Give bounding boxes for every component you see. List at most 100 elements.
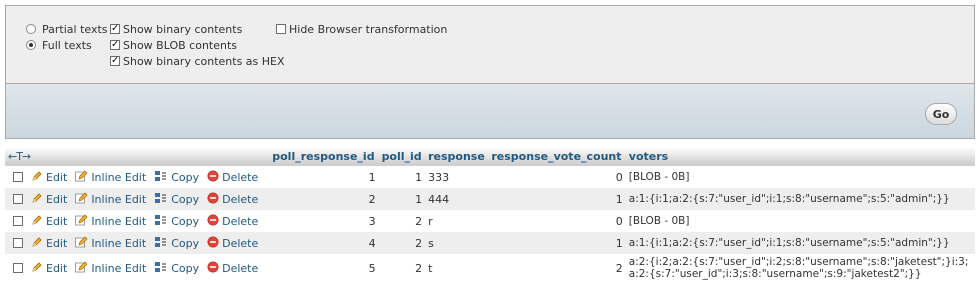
copy-link[interactable]: Copy <box>154 192 199 207</box>
column-header-voters[interactable]: voters <box>625 147 975 166</box>
delete-link[interactable]: Delete <box>207 192 258 207</box>
copy-link[interactable]: Copy <box>154 236 199 251</box>
hide-transformation-option[interactable]: Hide Browser transformation <box>276 21 447 37</box>
poll-id-cell[interactable]: 2 <box>378 232 426 254</box>
copy-link[interactable]: Copy <box>154 261 199 276</box>
row-select-checkbox[interactable] <box>13 194 23 204</box>
response-vote-count-cell[interactable]: 0 <box>488 210 626 232</box>
poll-id-cell[interactable]: 2 <box>378 210 426 232</box>
response-cell[interactable]: 333 <box>425 165 489 188</box>
column-arrows-header[interactable]: ←T→ <box>5 147 270 166</box>
inline-edit-link[interactable]: Inline Edit <box>75 170 146 185</box>
copy-icon[interactable] <box>154 192 168 207</box>
poll-id-cell[interactable]: 2 <box>378 254 426 282</box>
hide-transformation-label: Hide Browser transformation <box>289 22 448 36</box>
edit-link[interactable]: Edit <box>31 192 67 207</box>
row-select-checkbox[interactable] <box>13 263 23 273</box>
response-vote-count-cell[interactable]: 1 <box>488 188 626 210</box>
pencil-icon[interactable] <box>31 192 43 207</box>
copy-icon[interactable] <box>154 261 168 276</box>
row-select-checkbox[interactable] <box>13 172 23 182</box>
show-blob-option[interactable]: ✓ Show BLOB contents <box>110 37 285 53</box>
poll-response-id-cell[interactable]: 5 <box>269 254 379 282</box>
response-cell[interactable]: s <box>425 232 489 254</box>
inline-edit-link[interactable]: Inline Edit <box>75 192 146 207</box>
delete-icon[interactable] <box>207 236 219 251</box>
column-header-response[interactable]: response <box>425 147 489 166</box>
text-length-options: Partial texts Full texts <box>26 21 108 53</box>
poll-id-cell[interactable]: 1 <box>378 188 426 210</box>
partial-texts-option[interactable]: Partial texts <box>26 21 108 37</box>
poll-response-id-cell[interactable]: 3 <box>269 210 379 232</box>
delete-label: Delete <box>222 192 259 206</box>
edit-label: Edit <box>46 214 68 228</box>
show-binary-option[interactable]: ✓ Show binary contents <box>110 21 285 37</box>
pencil-icon[interactable] <box>31 236 43 251</box>
edit-label: Edit <box>46 236 68 250</box>
inline-edit-icon[interactable] <box>75 214 88 229</box>
column-arrows-icon[interactable]: ←T→ <box>8 150 31 163</box>
voters-cell[interactable]: a:1:{i:1;a:2:{s:7:"user_id";i:1;s:8:"use… <box>625 188 975 210</box>
row-actions-cell: Edit Inline Edit Copy Delete <box>5 254 270 282</box>
column-header-poll-id[interactable]: poll_id <box>378 147 426 166</box>
copy-link[interactable]: Copy <box>154 214 199 229</box>
delete-icon[interactable] <box>207 170 219 185</box>
inline-edit-link[interactable]: Inline Edit <box>75 236 146 251</box>
voters-cell[interactable]: a:1:{i:1;a:2:{s:7:"user_id";i:1;s:8:"use… <box>625 232 975 254</box>
delete-link[interactable]: Delete <box>207 261 258 276</box>
show-binary-checkbox[interactable]: ✓ <box>110 24 120 34</box>
delete-label: Delete <box>222 214 259 228</box>
response-cell[interactable]: t <box>425 254 489 282</box>
column-header-response-vote-count[interactable]: response_vote_count <box>488 147 626 166</box>
poll-response-id-cell[interactable]: 4 <box>269 232 379 254</box>
inline-edit-icon[interactable] <box>75 261 88 276</box>
show-binary-hex-option[interactable]: ✓ Show binary contents as HEX <box>110 53 285 69</box>
show-binary-hex-checkbox[interactable]: ✓ <box>110 56 120 66</box>
edit-link[interactable]: Edit <box>31 170 67 185</box>
inline-edit-label: Inline Edit <box>91 214 147 228</box>
poll-response-id-cell[interactable]: 1 <box>269 165 379 188</box>
response-cell[interactable]: r <box>425 210 489 232</box>
edit-link[interactable]: Edit <box>31 236 67 251</box>
inline-edit-link[interactable]: Inline Edit <box>75 214 146 229</box>
full-texts-option[interactable]: Full texts <box>26 37 108 53</box>
show-blob-checkbox[interactable]: ✓ <box>110 40 120 50</box>
pencil-icon[interactable] <box>31 214 43 229</box>
hide-transformation-checkbox[interactable] <box>276 24 286 34</box>
poll-response-id-cell[interactable]: 2 <box>269 188 379 210</box>
inline-edit-icon[interactable] <box>75 170 88 185</box>
delete-icon[interactable] <box>207 261 219 276</box>
row-select-checkbox[interactable] <box>13 216 23 226</box>
delete-label: Delete <box>222 236 259 250</box>
pencil-icon[interactable] <box>31 170 43 185</box>
response-vote-count-cell[interactable]: 0 <box>488 165 626 188</box>
edit-link[interactable]: Edit <box>31 214 67 229</box>
response-vote-count-cell[interactable]: 2 <box>488 254 626 282</box>
copy-icon[interactable] <box>154 236 168 251</box>
inline-edit-icon[interactable] <box>75 192 88 207</box>
inline-edit-label: Inline Edit <box>91 261 147 275</box>
delete-link[interactable]: Delete <box>207 170 258 185</box>
delete-icon[interactable] <box>207 214 219 229</box>
copy-icon[interactable] <box>154 170 168 185</box>
response-cell[interactable]: 444 <box>425 188 489 210</box>
delete-link[interactable]: Delete <box>207 236 258 251</box>
pencil-icon[interactable] <box>31 261 43 276</box>
voters-cell[interactable]: a:2:{i:2;a:2:{s:7:"user_id";i:2;s:8:"use… <box>625 254 975 282</box>
inline-edit-link[interactable]: Inline Edit <box>75 261 146 276</box>
full-texts-radio[interactable] <box>26 40 36 50</box>
voters-cell[interactable]: [BLOB - 0B] <box>625 165 975 188</box>
row-select-checkbox[interactable] <box>13 238 23 248</box>
inline-edit-icon[interactable] <box>75 236 88 251</box>
response-vote-count-cell[interactable]: 1 <box>488 232 626 254</box>
voters-cell[interactable]: [BLOB - 0B] <box>625 210 975 232</box>
copy-link[interactable]: Copy <box>154 170 199 185</box>
partial-texts-radio[interactable] <box>26 24 36 34</box>
edit-link[interactable]: Edit <box>31 261 67 276</box>
go-button[interactable]: Go <box>925 103 957 125</box>
delete-icon[interactable] <box>207 192 219 207</box>
column-header-poll-response-id[interactable]: poll_response_id <box>269 147 379 166</box>
copy-icon[interactable] <box>154 214 168 229</box>
poll-id-cell[interactable]: 1 <box>378 165 426 188</box>
delete-link[interactable]: Delete <box>207 214 258 229</box>
